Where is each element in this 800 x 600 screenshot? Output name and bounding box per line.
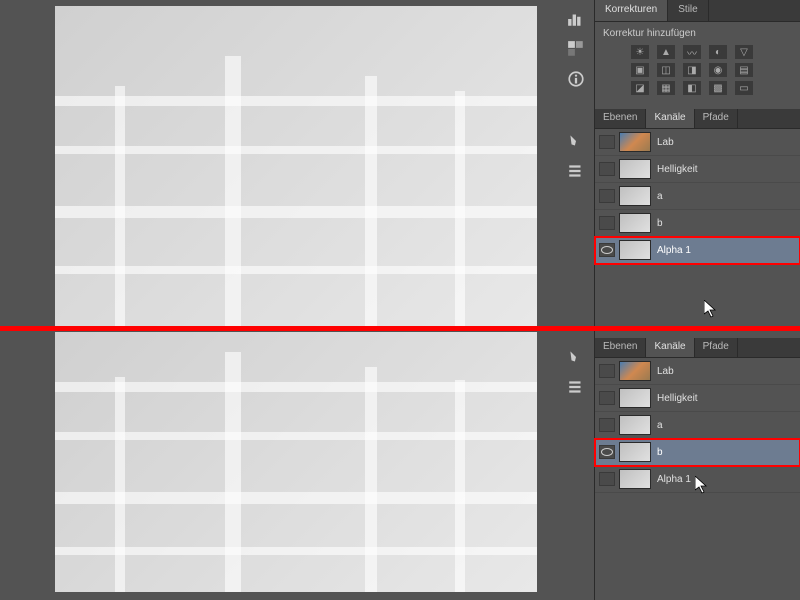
visibility-eye-icon[interactable] xyxy=(599,418,615,432)
threshold-icon[interactable]: ◧ xyxy=(683,81,701,95)
brightness-icon[interactable]: ☀ xyxy=(631,45,649,59)
canvas-image-top[interactable] xyxy=(55,6,537,326)
channel-row[interactable]: Alpha 1 xyxy=(595,237,800,264)
channel-thumbnail xyxy=(619,361,651,381)
channel-row[interactable]: Lab xyxy=(595,129,800,156)
canvas-image-bottom[interactable] xyxy=(55,332,537,592)
bw-icon[interactable]: ◨ xyxy=(683,63,701,77)
channel-thumbnail xyxy=(619,213,651,233)
exposure-icon[interactable]: ◐ xyxy=(709,45,727,59)
visibility-eye-icon[interactable] xyxy=(599,189,615,203)
visibility-eye-icon[interactable] xyxy=(599,135,615,149)
channel-thumbnail xyxy=(619,240,651,260)
info-icon[interactable] xyxy=(562,68,590,90)
curves-icon[interactable]: 〰 xyxy=(683,45,701,59)
vertical-toolbar-lower xyxy=(557,338,595,398)
adjustments-panel: Korrektur hinzufügen ☀ ▲ 〰 ◐ ▽ ▣ ◫ ◨ ◉ ▤… xyxy=(595,22,800,109)
tab-kanaele-2[interactable]: Kanäle xyxy=(646,338,694,357)
channels-panel-top: Ebenen Kanäle Pfade Lab Helligkeit a b Alpha… xyxy=(595,109,800,304)
tab-ebenen-2[interactable]: Ebenen xyxy=(595,338,646,357)
hue-icon[interactable]: ▣ xyxy=(631,63,649,77)
visibility-eye-icon[interactable] xyxy=(599,216,615,230)
channel-name: b xyxy=(657,218,663,229)
adjustments-title: Korrektur hinzufügen xyxy=(603,28,792,39)
posterize-icon[interactable]: ▦ xyxy=(657,81,675,95)
channel-row[interactable]: Helligkeit xyxy=(595,156,800,183)
visibility-eye-icon[interactable] xyxy=(599,162,615,176)
channel-name: Alpha 1 xyxy=(657,474,691,485)
channel-thumbnail xyxy=(619,388,651,408)
tab-ebenen[interactable]: Ebenen xyxy=(595,109,646,128)
photo-filter-icon[interactable]: ◉ xyxy=(709,63,727,77)
channel-thumbnail xyxy=(619,442,651,462)
channel-name: Lab xyxy=(657,366,674,377)
selective-icon[interactable]: ▩ xyxy=(709,81,727,95)
brush-settings-icon[interactable] xyxy=(562,160,590,182)
swatches-icon[interactable] xyxy=(562,38,590,60)
channel-name: Lab xyxy=(657,137,674,148)
channel-mixer-icon[interactable]: ▤ xyxy=(735,63,753,77)
tab-pfade[interactable]: Pfade xyxy=(695,109,738,128)
channel-row[interactable]: b xyxy=(595,210,800,237)
channel-row[interactable]: Alpha 1 xyxy=(595,466,800,493)
tab-korrekturen[interactable]: Korrekturen xyxy=(595,0,668,21)
tab-stile[interactable]: Stile xyxy=(668,0,708,21)
channel-thumbnail xyxy=(619,186,651,206)
vibrance-icon[interactable]: ▽ xyxy=(735,45,753,59)
canvas-area xyxy=(0,0,555,600)
right-panels: Korrekturen Stile Korrektur hinzufügen ☀… xyxy=(595,0,800,600)
channel-name: Helligkeit xyxy=(657,393,698,404)
levels-icon[interactable]: ▲ xyxy=(657,45,675,59)
channel-row[interactable]: Helligkeit xyxy=(595,385,800,412)
channel-thumbnail xyxy=(619,415,651,435)
brush-settings-icon-2[interactable] xyxy=(562,376,590,398)
channels-panel-bottom: Ebenen Kanäle Pfade Lab Helligkeit a b Alpha… xyxy=(595,338,800,493)
comparison-divider xyxy=(0,326,800,331)
brush-presets-icon-2[interactable] xyxy=(562,346,590,368)
channel-thumbnail xyxy=(619,132,651,152)
visibility-eye-icon[interactable] xyxy=(599,391,615,405)
tab-pfade-2[interactable]: Pfade xyxy=(695,338,738,357)
invert-icon[interactable]: ◪ xyxy=(631,81,649,95)
channel-name: b xyxy=(657,447,663,458)
channel-thumbnail xyxy=(619,469,651,489)
visibility-eye-icon[interactable] xyxy=(599,243,615,257)
channel-name: a xyxy=(657,191,663,202)
right-panels-lower: Ebenen Kanäle Pfade Lab Helligkeit a b Alpha… xyxy=(595,338,800,493)
channel-row[interactable]: Lab xyxy=(595,358,800,385)
adjustments-tabs: Korrekturen Stile xyxy=(595,0,800,22)
channel-name: Helligkeit xyxy=(657,164,698,175)
vertical-toolbar xyxy=(557,0,595,600)
visibility-eye-icon[interactable] xyxy=(599,445,615,459)
visibility-eye-icon[interactable] xyxy=(599,472,615,486)
channel-row[interactable]: a xyxy=(595,412,800,439)
color-balance-icon[interactable]: ◫ xyxy=(657,63,675,77)
histogram-icon[interactable] xyxy=(562,8,590,30)
tab-kanaele[interactable]: Kanäle xyxy=(646,109,694,128)
channel-name: a xyxy=(657,420,663,431)
brush-presets-icon[interactable] xyxy=(562,130,590,152)
visibility-eye-icon[interactable] xyxy=(599,364,615,378)
channel-thumbnail xyxy=(619,159,651,179)
channel-name: Alpha 1 xyxy=(657,245,691,256)
channel-row[interactable]: a xyxy=(595,183,800,210)
channel-row[interactable]: b xyxy=(595,439,800,466)
gradient-map-icon[interactable]: ▭ xyxy=(735,81,753,95)
